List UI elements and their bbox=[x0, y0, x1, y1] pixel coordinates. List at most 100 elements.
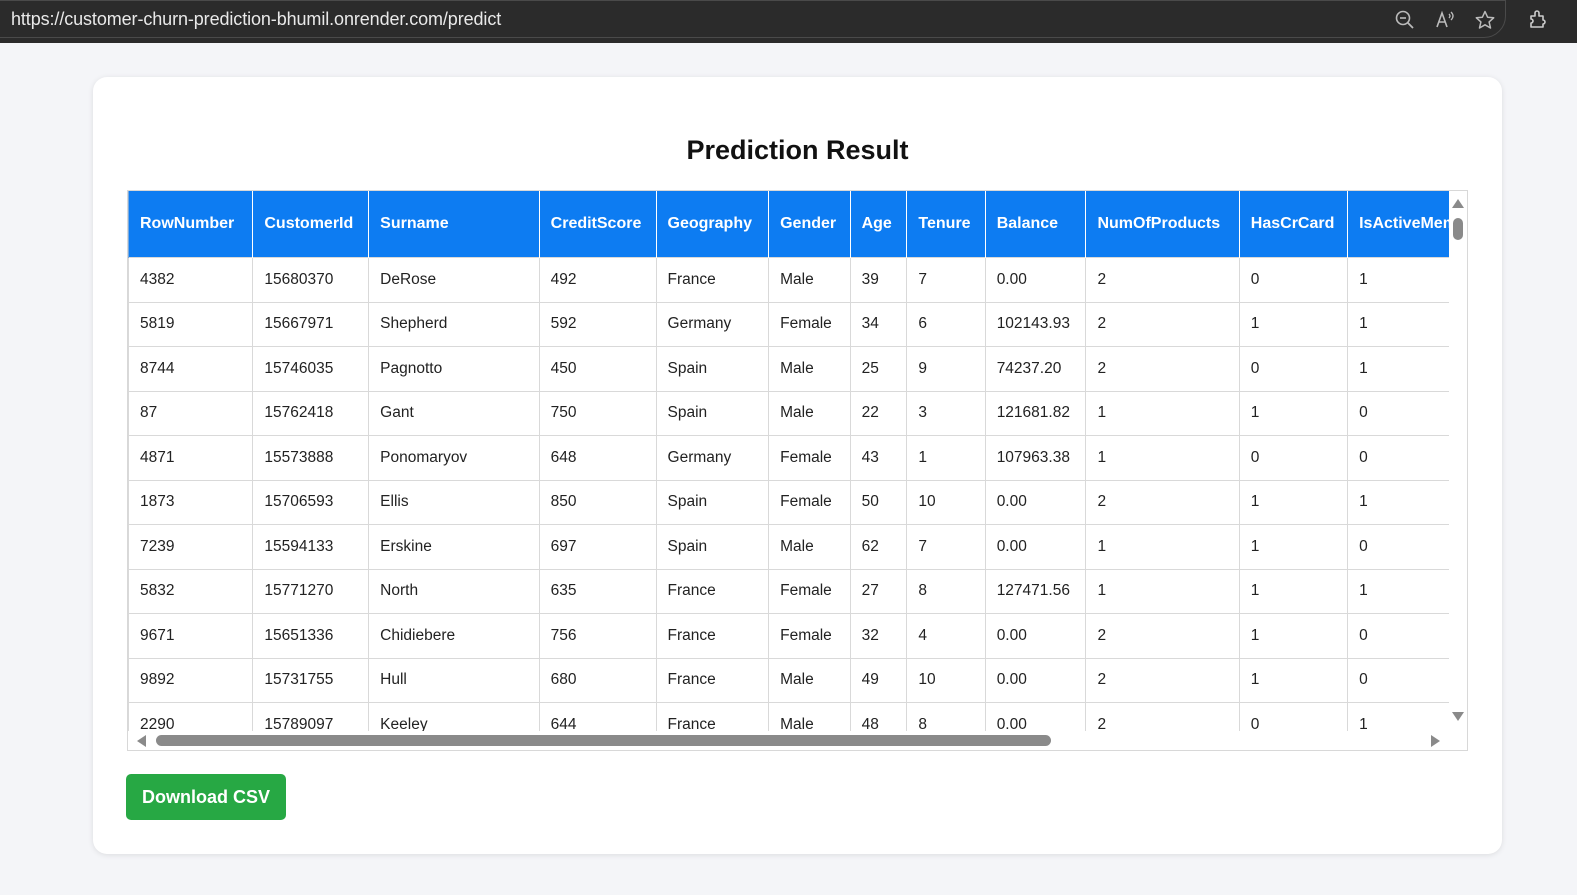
table-viewport: RowNumber CustomerId Surname CreditScore Geo… bbox=[128, 191, 1450, 731]
scroll-right-arrow-icon[interactable] bbox=[1431, 735, 1440, 747]
table-cell: 1 bbox=[1085, 390, 1240, 436]
table-cell: 9671 bbox=[128, 613, 254, 659]
table-cell: 15771270 bbox=[252, 568, 370, 614]
extensions-icon[interactable] bbox=[1527, 8, 1549, 30]
table-cell: Female bbox=[768, 613, 851, 659]
table-cell: 1 bbox=[1347, 568, 1450, 614]
column-header: Age bbox=[849, 191, 908, 257]
page-title: Prediction Result bbox=[686, 135, 909, 165]
column-header: HasCrCard bbox=[1238, 191, 1349, 257]
table-cell: 850 bbox=[538, 479, 657, 525]
table-cell: 756 bbox=[538, 613, 657, 659]
table-cell: 2 bbox=[1085, 702, 1240, 731]
browser-toolbar: https://customer-churn-prediction-bhumil… bbox=[0, 0, 1577, 43]
table-cell: 1 bbox=[1238, 479, 1349, 525]
vertical-scroll-thumb[interactable] bbox=[1453, 218, 1463, 240]
favorite-star-icon[interactable] bbox=[1474, 9, 1496, 31]
table-cell: 1 bbox=[1238, 613, 1349, 659]
table-cell: 15731755 bbox=[252, 657, 370, 703]
table-cell: 15594133 bbox=[252, 524, 370, 570]
table-cell: 121681.82 bbox=[984, 390, 1087, 436]
table-cell: 1 bbox=[1347, 702, 1450, 731]
table-cell: Spain bbox=[655, 479, 770, 525]
column-header: Geography bbox=[655, 191, 770, 257]
table-cell: 48 bbox=[849, 702, 908, 731]
zoom-out-icon[interactable] bbox=[1394, 9, 1416, 31]
table-cell: 1 bbox=[906, 435, 986, 481]
table-cell: Spain bbox=[655, 390, 770, 436]
results-table: RowNumber CustomerId Surname CreditScore Geo… bbox=[128, 191, 1450, 731]
table-cell: 0 bbox=[1238, 435, 1349, 481]
table-cell: 644 bbox=[538, 702, 657, 731]
table-cell: Male bbox=[768, 256, 851, 303]
scroll-down-arrow-icon[interactable] bbox=[1452, 712, 1464, 721]
table-cell: 0 bbox=[1347, 390, 1450, 436]
table-cell: 5832 bbox=[128, 568, 254, 614]
results-table-container[interactable]: RowNumber CustomerId Surname CreditScore Geo… bbox=[127, 190, 1468, 751]
vertical-scrollbar[interactable] bbox=[1449, 191, 1467, 731]
table-cell: 0.00 bbox=[984, 479, 1087, 525]
table-cell: Pagnotto bbox=[368, 346, 540, 392]
download-csv-button[interactable]: Download CSV bbox=[126, 774, 286, 820]
table-row: 5832 15771270 North 635 France Female 27 8 12747… bbox=[128, 568, 1450, 614]
column-header: Gender bbox=[768, 191, 851, 257]
table-row: 8744 15746035 Pagnotto 450 Spain Male 25 9 74237… bbox=[128, 346, 1450, 392]
table-cell: 0 bbox=[1238, 256, 1349, 303]
table-cell: 15746035 bbox=[252, 346, 370, 392]
column-header: Surname bbox=[368, 191, 540, 257]
table-cell: Male bbox=[768, 390, 851, 436]
table-cell: 9892 bbox=[128, 657, 254, 703]
table-cell: 1 bbox=[1238, 524, 1349, 570]
table-cell: 1 bbox=[1085, 568, 1240, 614]
table-cell: 7239 bbox=[128, 524, 254, 570]
column-header: NumOfProducts bbox=[1085, 191, 1240, 257]
table-row: 87 15762418 Gant 750 Spain Male 22 3 121681.82 1 1… bbox=[128, 390, 1450, 436]
table-cell: France bbox=[655, 256, 770, 303]
table-cell: 27 bbox=[849, 568, 908, 614]
table-cell: 34 bbox=[849, 301, 908, 347]
scroll-up-arrow-icon[interactable] bbox=[1452, 199, 1464, 208]
table-cell: France bbox=[655, 568, 770, 614]
table-cell: France bbox=[655, 613, 770, 659]
table-cell: 25 bbox=[849, 346, 908, 392]
table-cell: 492 bbox=[538, 256, 657, 303]
table-row: 4871 15573888 Ponomaryov 648 Germany Female 43… bbox=[128, 435, 1450, 481]
table-cell: 15706593 bbox=[252, 479, 370, 525]
table-cell: 0.00 bbox=[984, 613, 1087, 659]
table-cell: France bbox=[655, 702, 770, 731]
table-cell: 2 bbox=[1085, 256, 1240, 303]
table-cell: Hull bbox=[368, 657, 540, 703]
table-row: 1873 15706593 Ellis 850 Spain Female 50 10 0.00 2… bbox=[128, 479, 1450, 525]
column-header: IsActiveMember bbox=[1347, 191, 1450, 257]
table-cell: 15762418 bbox=[252, 390, 370, 436]
table-cell: 0 bbox=[1347, 524, 1450, 570]
address-bar[interactable]: https://customer-churn-prediction-bhumil… bbox=[0, 0, 1506, 38]
table-cell: 3 bbox=[906, 390, 986, 436]
table-cell: Germany bbox=[655, 435, 770, 481]
table-cell: 750 bbox=[538, 390, 657, 436]
table-cell: 8 bbox=[906, 702, 986, 731]
table-cell: 0 bbox=[1238, 346, 1349, 392]
table-cell: 0 bbox=[1347, 613, 1450, 659]
read-aloud-icon[interactable] bbox=[1434, 9, 1456, 31]
table-cell: 2290 bbox=[128, 702, 254, 731]
column-header: Tenure bbox=[906, 191, 986, 257]
table-cell: 2 bbox=[1085, 479, 1240, 525]
horizontal-scroll-thumb[interactable] bbox=[156, 735, 1051, 746]
table-cell: 22 bbox=[849, 390, 908, 436]
table-cell: 450 bbox=[538, 346, 657, 392]
scroll-left-arrow-icon[interactable] bbox=[137, 735, 146, 747]
table-cell: Female bbox=[768, 301, 851, 347]
table-cell: 74237.20 bbox=[984, 346, 1087, 392]
table-cell: Keeley bbox=[368, 702, 540, 731]
url-text[interactable]: https://customer-churn-prediction-bhumil… bbox=[11, 9, 501, 30]
table-cell: 1 bbox=[1347, 479, 1450, 525]
table-row: 5819 15667971 Shepherd 592 Germany Female 34 6 1… bbox=[128, 301, 1450, 347]
table-cell: 680 bbox=[538, 657, 657, 703]
table-cell: 7 bbox=[906, 524, 986, 570]
table-cell: Male bbox=[768, 524, 851, 570]
horizontal-scrollbar[interactable] bbox=[128, 731, 1450, 750]
table-row: 9671 15651336 Chidiebere 756 France Female 32 4… bbox=[128, 613, 1450, 659]
table-cell: 102143.93 bbox=[984, 301, 1087, 347]
table-cell: 43 bbox=[849, 435, 908, 481]
